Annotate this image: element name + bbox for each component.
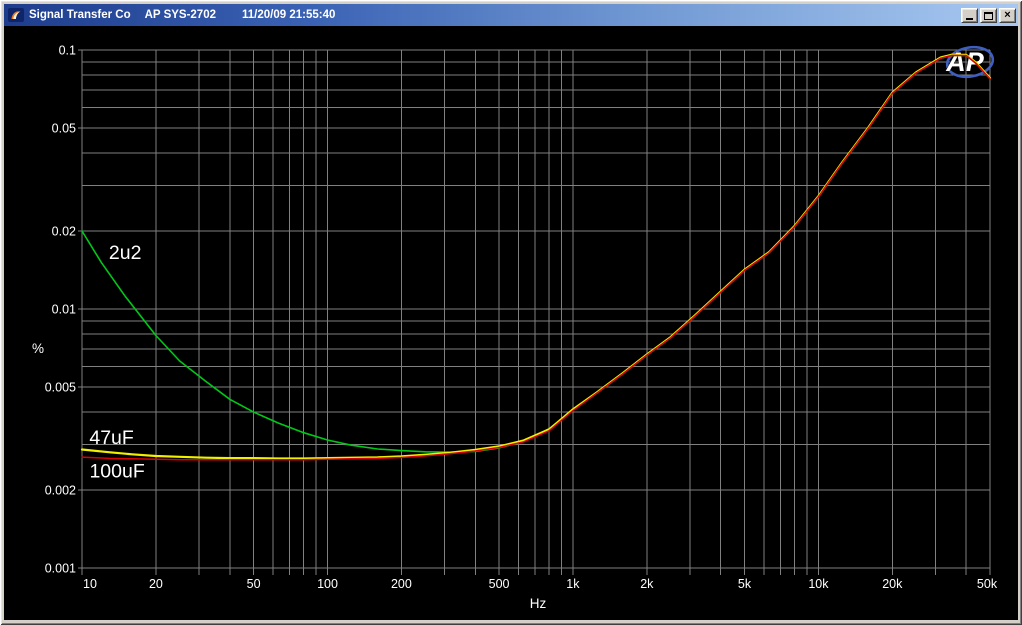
ap-logo-text: AP	[945, 47, 984, 77]
x-tick-label: 500	[489, 577, 510, 591]
x-tick-label: 20	[149, 577, 163, 591]
plot-client-area: 10 20 50 100 200 500 1k 2k 5k 10k 20k 50k 0.1 0.05 0.0…	[4, 26, 1018, 620]
window-buttons: ×	[959, 8, 1016, 23]
x-axis-unit: Hz	[530, 596, 547, 611]
axis-ticks	[78, 50, 990, 575]
y-tick-label: 0.002	[45, 484, 76, 498]
title-bar[interactable]: Signal Transfer Co AP SYS-2702 11/20/09 …	[4, 4, 1018, 26]
y-axis-unit: %	[32, 341, 44, 356]
x-tick-label: 200	[391, 577, 412, 591]
curve-annotations: 2u2 47uF 100uF	[89, 242, 144, 483]
x-tick-label: 10k	[808, 577, 829, 591]
x-tick-label: 10	[83, 577, 97, 591]
minimize-button[interactable]	[961, 8, 978, 23]
y-tick-label: 0.01	[52, 303, 76, 317]
y-tick-label: 0.001	[45, 562, 76, 576]
y-tick-label: 0.05	[52, 122, 76, 136]
x-tick-label: 1k	[566, 577, 580, 591]
title-device: AP SYS-2702	[145, 9, 216, 21]
y-tick-label: 0.02	[52, 225, 76, 239]
curve-label-100uF: 100uF	[89, 461, 144, 483]
x-tick-label: 20k	[882, 577, 903, 591]
maximize-button[interactable]	[980, 8, 997, 23]
grid-lines	[82, 50, 990, 568]
title-app-name: Signal Transfer Co	[29, 9, 131, 21]
curve-47uF	[82, 55, 990, 459]
chart-canvas: 10 20 50 100 200 500 1k 2k 5k 10k 20k 50k 0.1 0.05 0.0…	[4, 26, 1018, 620]
close-button[interactable]: ×	[999, 8, 1016, 23]
curve-label-47uF: 47uF	[89, 427, 134, 449]
close-icon: ×	[1004, 9, 1010, 22]
x-tick-label: 5k	[738, 577, 752, 591]
app-window: Signal Transfer Co AP SYS-2702 11/20/09 …	[0, 0, 1022, 625]
curve-label-2u2: 2u2	[109, 242, 142, 264]
ap-app-icon	[8, 7, 24, 23]
x-tick-label: 100	[317, 577, 338, 591]
curve-2u2	[82, 55, 990, 452]
x-tick-label: 50	[247, 577, 261, 591]
y-tick-label: 0.1	[59, 44, 76, 58]
curve-100uF	[82, 55, 990, 459]
x-tick-label: 50k	[977, 577, 998, 591]
title-datetime: 11/20/09 21:55:40	[242, 9, 335, 21]
x-tick-label: 2k	[640, 577, 654, 591]
curves	[82, 55, 990, 460]
minimize-icon	[966, 18, 973, 20]
axis-labels: 10 20 50 100 200 500 1k 2k 5k 10k 20k 50k 0.1 0.05 0.0…	[32, 44, 998, 612]
maximize-icon	[984, 12, 993, 20]
y-tick-label: 0.005	[45, 381, 76, 395]
